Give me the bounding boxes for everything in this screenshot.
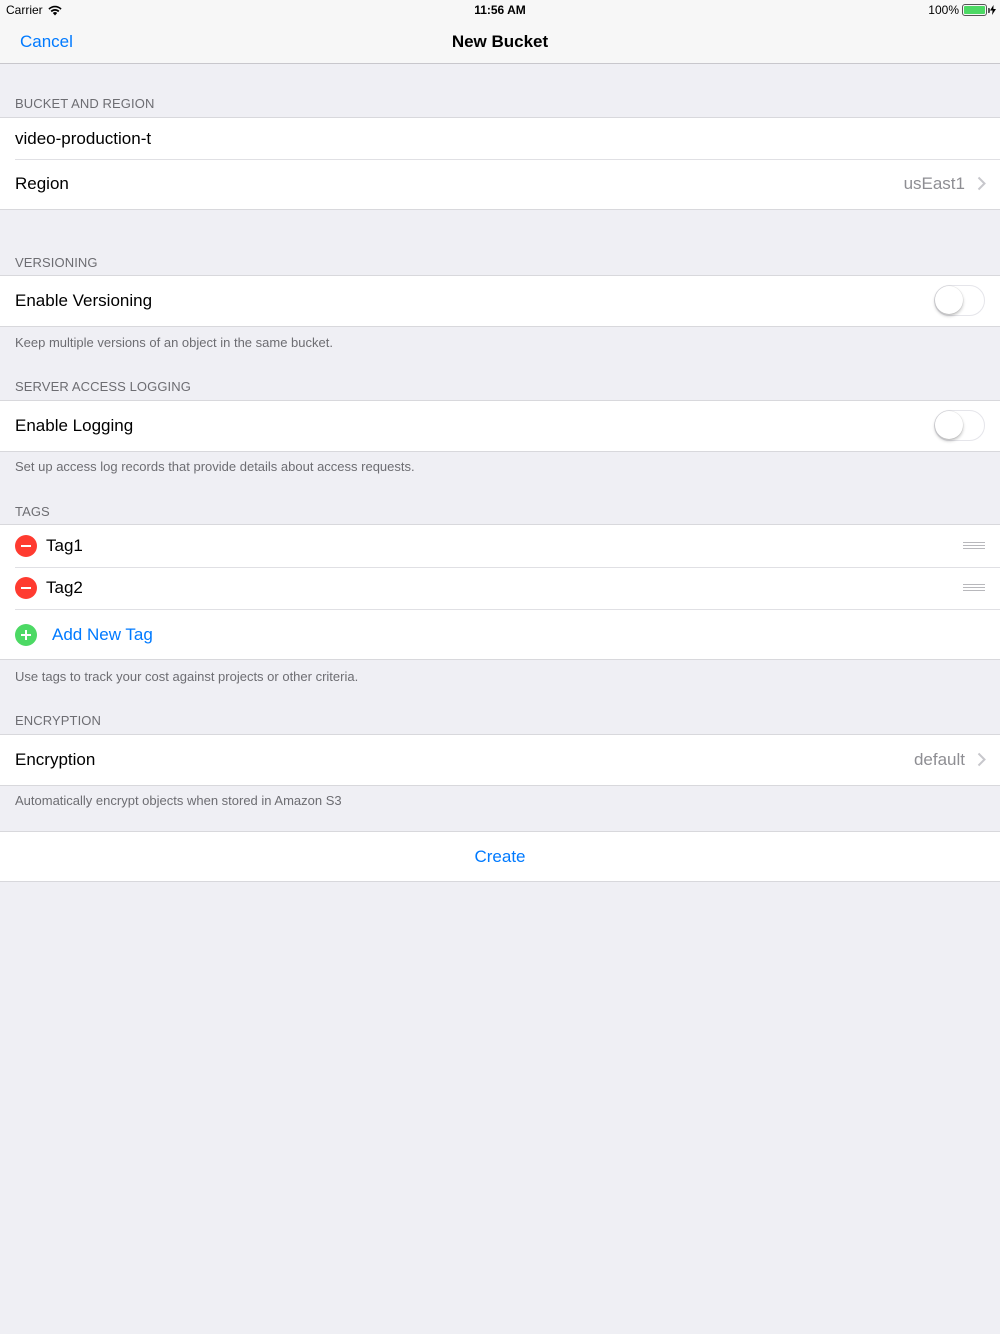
reorder-handle-icon[interactable]	[963, 542, 985, 551]
bucket-name-row[interactable]: video-production-t	[0, 118, 1000, 159]
battery-indicator: 100%	[928, 3, 996, 17]
reorder-handle-icon[interactable]	[963, 584, 985, 593]
page-title: New Bucket	[451, 32, 549, 51]
create-button[interactable]: Create	[0, 847, 1000, 867]
status-time: 11:56 AM	[474, 3, 526, 17]
versioning-toggle[interactable]	[934, 285, 985, 316]
add-new-tag-button[interactable]: Add New Tag	[0, 609, 1000, 659]
bucket-region-group: video-production-t Region usEast1	[0, 117, 1000, 210]
tag-label[interactable]: Tag1	[46, 536, 83, 556]
logging-footer: Set up access log records that provide d…	[15, 459, 415, 474]
section-header-logging: SERVER ACCESS LOGGING	[15, 379, 191, 394]
tags-footer: Use tags to track your cost against proj…	[15, 669, 359, 684]
create-group: Create	[0, 831, 1000, 882]
section-header-bucket-region: BUCKET AND REGION	[15, 96, 155, 111]
versioning-group: Enable Versioning	[0, 275, 1000, 327]
section-header-encryption: ENCRYPTION	[15, 713, 101, 728]
encryption-label: Encryption	[15, 750, 96, 769]
tag-row: Tag1	[0, 525, 1000, 567]
versioning-label: Enable Versioning	[15, 291, 153, 310]
delete-tag-icon[interactable]	[15, 535, 37, 557]
logging-group: Enable Logging	[0, 400, 1000, 452]
logging-label: Enable Logging	[15, 416, 134, 435]
bucket-name-field[interactable]: video-production-t	[15, 129, 151, 149]
encryption-value: default	[913, 750, 965, 769]
chevron-right-icon	[977, 752, 986, 767]
versioning-footer: Keep multiple versions of an object in t…	[15, 335, 333, 350]
add-icon	[15, 624, 37, 646]
add-new-tag-label: Add New Tag	[52, 625, 153, 644]
tag-label[interactable]: Tag2	[46, 578, 83, 598]
region-value: usEast1	[903, 174, 965, 193]
battery-percent: 100%	[928, 3, 959, 17]
navigation-bar: Cancel New Bucket	[0, 20, 1000, 64]
logging-toggle[interactable]	[934, 410, 985, 441]
tags-group: Tag1 Tag2 Add New Tag	[0, 524, 1000, 660]
versioning-row: Enable Versioning	[0, 276, 1000, 326]
section-header-versioning: VERSIONING	[15, 255, 98, 270]
encryption-footer: Automatically encrypt objects when store…	[15, 793, 342, 808]
delete-tag-icon[interactable]	[15, 577, 37, 599]
encryption-group: Encryption default	[0, 734, 1000, 786]
section-header-tags: TAGS	[15, 504, 50, 519]
region-row[interactable]: Region usEast1	[0, 159, 1000, 209]
charging-bolt-icon	[990, 5, 996, 15]
encryption-row[interactable]: Encryption default	[0, 735, 1000, 785]
logging-row: Enable Logging	[0, 401, 1000, 451]
chevron-right-icon	[977, 176, 986, 191]
tag-row: Tag2	[0, 567, 1000, 609]
region-label: Region	[15, 174, 69, 193]
status-bar: Carrier 11:56 AM 100%	[0, 0, 1000, 20]
battery-icon	[962, 4, 990, 16]
